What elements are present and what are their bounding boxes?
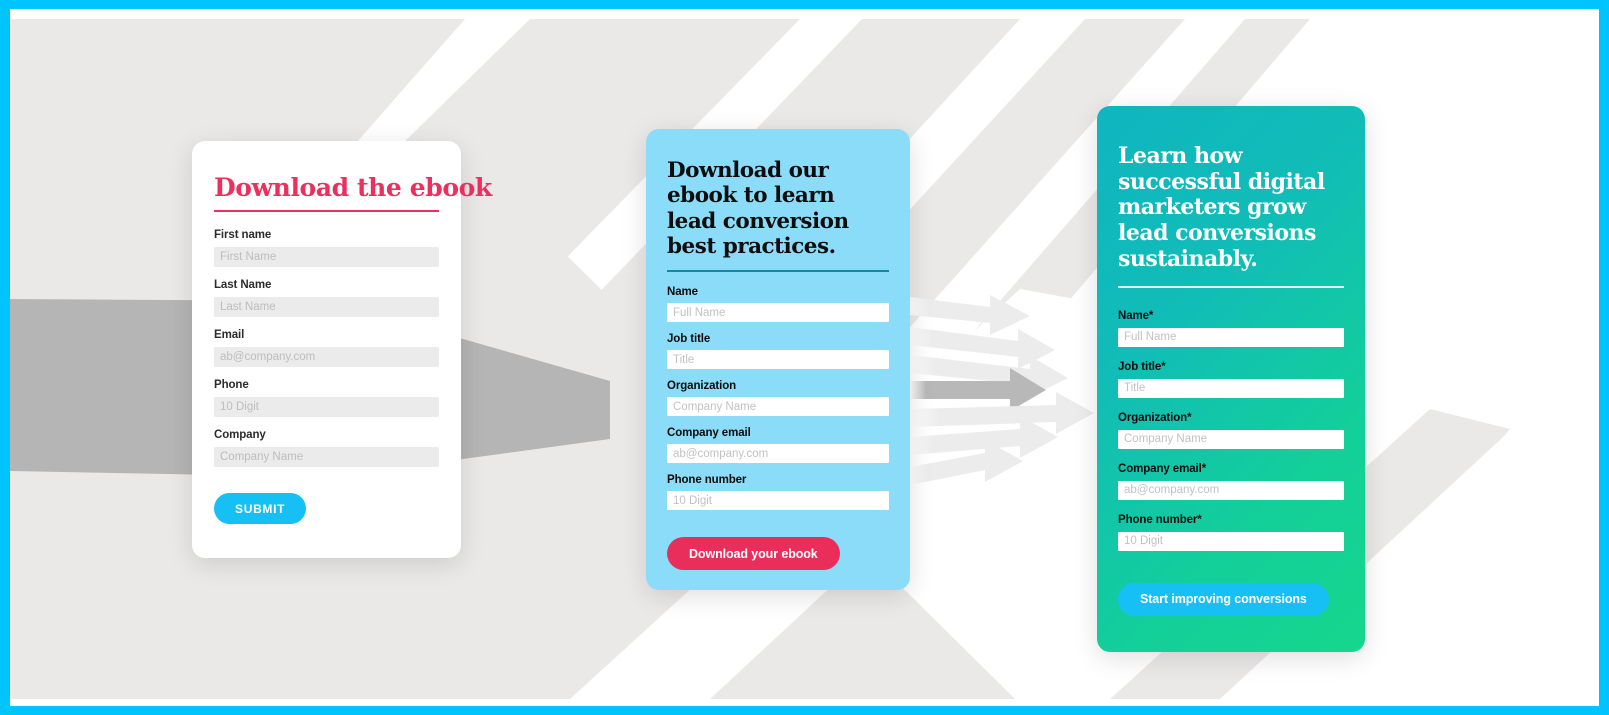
page-canvas: Download the ebook First name First Name… <box>10 9 1599 706</box>
company-email-input[interactable]: ab@company.com <box>1118 480 1344 500</box>
company-input[interactable]: Company Name <box>214 447 439 468</box>
field-name: Name* Full Name <box>1118 310 1344 347</box>
field-label: Job title* <box>1118 360 1166 373</box>
company-email-input[interactable]: ab@company.com <box>667 444 889 464</box>
submit-button[interactable]: SUBMIT <box>214 493 307 525</box>
card-gradient-title: Learn how successful digital marketers g… <box>1118 143 1325 272</box>
field-job-title: Job title* Title <box>1118 361 1344 398</box>
field-label: Company email* <box>1118 462 1207 475</box>
field-label: Job title <box>667 333 711 346</box>
field-label: Last Name <box>214 279 272 292</box>
field-organization: Organization Company Name <box>667 380 889 417</box>
phone-number-input[interactable]: 10 Digit <box>1118 531 1344 551</box>
page-frame: Download the ebook First name First Name… <box>0 0 1609 715</box>
phone-number-input[interactable]: 10 Digit <box>667 491 889 511</box>
last-name-input[interactable]: Last Name <box>214 297 439 318</box>
organization-input[interactable]: Company Name <box>1118 429 1344 449</box>
field-organization: Organization* Company Name <box>1118 412 1344 449</box>
email-input[interactable]: ab@company.com <box>214 347 439 368</box>
card-blue-title: Download our ebook to learn lead convers… <box>667 158 849 260</box>
field-label: Phone <box>214 379 249 392</box>
field-label: Organization <box>667 380 737 393</box>
field-last-name: Last Name Last Name <box>214 279 439 318</box>
field-job-title: Job title Title <box>667 333 889 370</box>
field-phone-number: Phone number* 10 Digit <box>1118 514 1344 551</box>
field-label: Company <box>214 429 266 442</box>
phone-input[interactable]: 10 Digit <box>214 397 439 418</box>
field-company: Company Company Name <box>214 429 439 468</box>
form-card-blue: Download our ebook to learn lead convers… <box>646 129 910 590</box>
field-email: Email ab@company.com <box>214 329 439 368</box>
first-name-input[interactable]: First Name <box>214 247 439 268</box>
field-first-name: First name First Name <box>214 229 439 268</box>
field-company-email: Company email* ab@company.com <box>1118 463 1344 500</box>
card-blue-title-rule <box>667 270 889 273</box>
field-label: First name <box>214 229 272 242</box>
field-label: Name* <box>1118 309 1154 322</box>
field-label: Company email <box>667 427 751 440</box>
field-label: Phone number* <box>1118 513 1202 526</box>
field-phone-number: Phone number 10 Digit <box>667 474 889 511</box>
field-label: Name <box>667 286 698 299</box>
card-basic-title-rule <box>214 210 439 213</box>
download-ebook-button[interactable]: Download your ebook <box>667 537 840 571</box>
field-label: Phone number <box>667 474 747 487</box>
field-phone: Phone 10 Digit <box>214 379 439 418</box>
card-basic-title: Download the ebook <box>214 173 492 202</box>
organization-input[interactable]: Company Name <box>667 397 889 417</box>
form-card-gradient: Learn how successful digital marketers g… <box>1097 106 1365 652</box>
field-company-email: Company email ab@company.com <box>667 427 889 464</box>
start-improving-conversions-button[interactable]: Start improving conversions <box>1118 582 1329 616</box>
job-title-input[interactable]: Title <box>667 350 889 370</box>
field-name: Name Full Name <box>667 286 889 323</box>
field-label: Email <box>214 329 245 342</box>
field-label: Organization* <box>1118 411 1192 424</box>
name-input[interactable]: Full Name <box>667 303 889 323</box>
card-gradient-title-rule <box>1118 285 1344 288</box>
form-card-basic: Download the ebook First name First Name… <box>192 141 492 558</box>
name-input[interactable]: Full Name <box>1118 327 1344 347</box>
job-title-input[interactable]: Title <box>1118 378 1344 398</box>
